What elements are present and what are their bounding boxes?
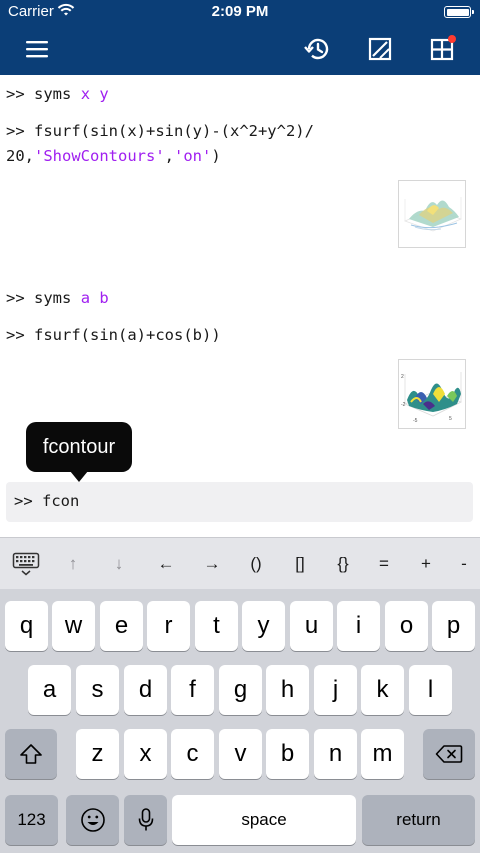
key-x[interactable]: x (124, 729, 167, 779)
key-b[interactable]: b (266, 729, 309, 779)
layout-button[interactable] (427, 34, 457, 64)
history-icon (304, 38, 329, 60)
key-z[interactable]: z (76, 729, 119, 779)
key-t[interactable]: t (195, 601, 238, 651)
key-d[interactable]: d (124, 665, 167, 715)
command-input-text: >> fcon (14, 492, 80, 510)
return-key[interactable]: return (362, 795, 475, 845)
key-u[interactable]: u (290, 601, 333, 651)
microphone-icon (138, 808, 153, 831)
cursor-left-key[interactable]: ← (151, 550, 181, 578)
svg-text:5: 5 (449, 416, 452, 422)
top-toolbar (0, 24, 480, 75)
command-line-4: >> fsurf(sin(a)+cos(b)) (6, 326, 221, 344)
surface-plot-thumbnail-2[interactable]: 2 -2 -5 5 (398, 359, 466, 429)
key-h[interactable]: h (266, 665, 309, 715)
emoji-icon (80, 808, 105, 832)
key-s[interactable]: s (76, 665, 119, 715)
minus-key[interactable]: - (452, 550, 476, 578)
surface-plot-thumbnail-1[interactable] (398, 180, 466, 248)
menu-icon (26, 41, 48, 58)
equals-key[interactable]: = (370, 550, 398, 578)
cursor-up-key[interactable]: ↑ (58, 550, 88, 578)
key-e[interactable]: e (100, 601, 143, 651)
figure-button[interactable] (365, 34, 395, 64)
notification-badge (448, 35, 456, 43)
key-o[interactable]: o (385, 601, 428, 651)
backspace-key[interactable] (423, 729, 475, 779)
autocomplete-suggestion: fcontour (42, 435, 116, 458)
key-q[interactable]: q (5, 601, 48, 651)
menu-button[interactable] (22, 34, 52, 64)
command-line-2-continued: 20,'ShowContours','on') (6, 147, 221, 165)
emoji-key[interactable] (66, 795, 119, 845)
key-w[interactable]: w (52, 601, 95, 651)
key-i[interactable]: i (337, 601, 380, 651)
key-c[interactable]: c (171, 729, 214, 779)
history-button[interactable] (302, 34, 332, 64)
key-l[interactable]: l (409, 665, 452, 715)
svg-text:-2: -2 (401, 402, 406, 408)
backspace-icon (435, 745, 463, 763)
command-line-3: >> syms a b (6, 289, 109, 307)
key-r[interactable]: r (147, 601, 190, 651)
key-v[interactable]: v (219, 729, 262, 779)
key-f[interactable]: f (171, 665, 214, 715)
brackets-key[interactable]: [] (285, 550, 315, 578)
shift-icon (20, 744, 42, 764)
keyboard: q w e r t y u i o p a s d f g h j k l z … (0, 589, 480, 853)
figure-icon (368, 37, 392, 61)
plus-key[interactable]: + (412, 550, 440, 578)
keyboard-accessory-bar: ↑ ↓ ← → () [] {} = + - (0, 537, 480, 589)
space-key[interactable]: space (172, 795, 356, 845)
command-input[interactable]: >> fcon (6, 482, 473, 522)
parentheses-key[interactable]: () (240, 550, 272, 578)
keyboard-toggle-button[interactable] (10, 550, 42, 578)
key-k[interactable]: k (361, 665, 404, 715)
cursor-right-key[interactable]: → (197, 550, 227, 578)
autocomplete-tooltip[interactable]: fcontour (26, 422, 132, 482)
key-a[interactable]: a (28, 665, 71, 715)
svg-text:-5: -5 (413, 418, 418, 424)
key-g[interactable]: g (219, 665, 262, 715)
command-line-1: >> syms x y (6, 85, 109, 103)
key-y[interactable]: y (242, 601, 285, 651)
key-p[interactable]: p (432, 601, 475, 651)
cursor-down-key[interactable]: ↓ (104, 550, 134, 578)
tooltip-arrow (70, 471, 88, 482)
dictation-key[interactable] (124, 795, 167, 845)
key-m[interactable]: m (361, 729, 404, 779)
clock: 2:09 PM (211, 3, 269, 20)
battery-icon (444, 6, 474, 18)
svg-text:2: 2 (401, 374, 404, 380)
shift-key[interactable] (5, 729, 57, 779)
key-n[interactable]: n (314, 729, 357, 779)
braces-key[interactable]: {} (328, 550, 358, 578)
key-j[interactable]: j (314, 665, 357, 715)
status-bar: Carrier 2:09 PM (0, 0, 480, 24)
numbers-key[interactable]: 123 (5, 795, 58, 845)
keyboard-icon (12, 552, 40, 576)
